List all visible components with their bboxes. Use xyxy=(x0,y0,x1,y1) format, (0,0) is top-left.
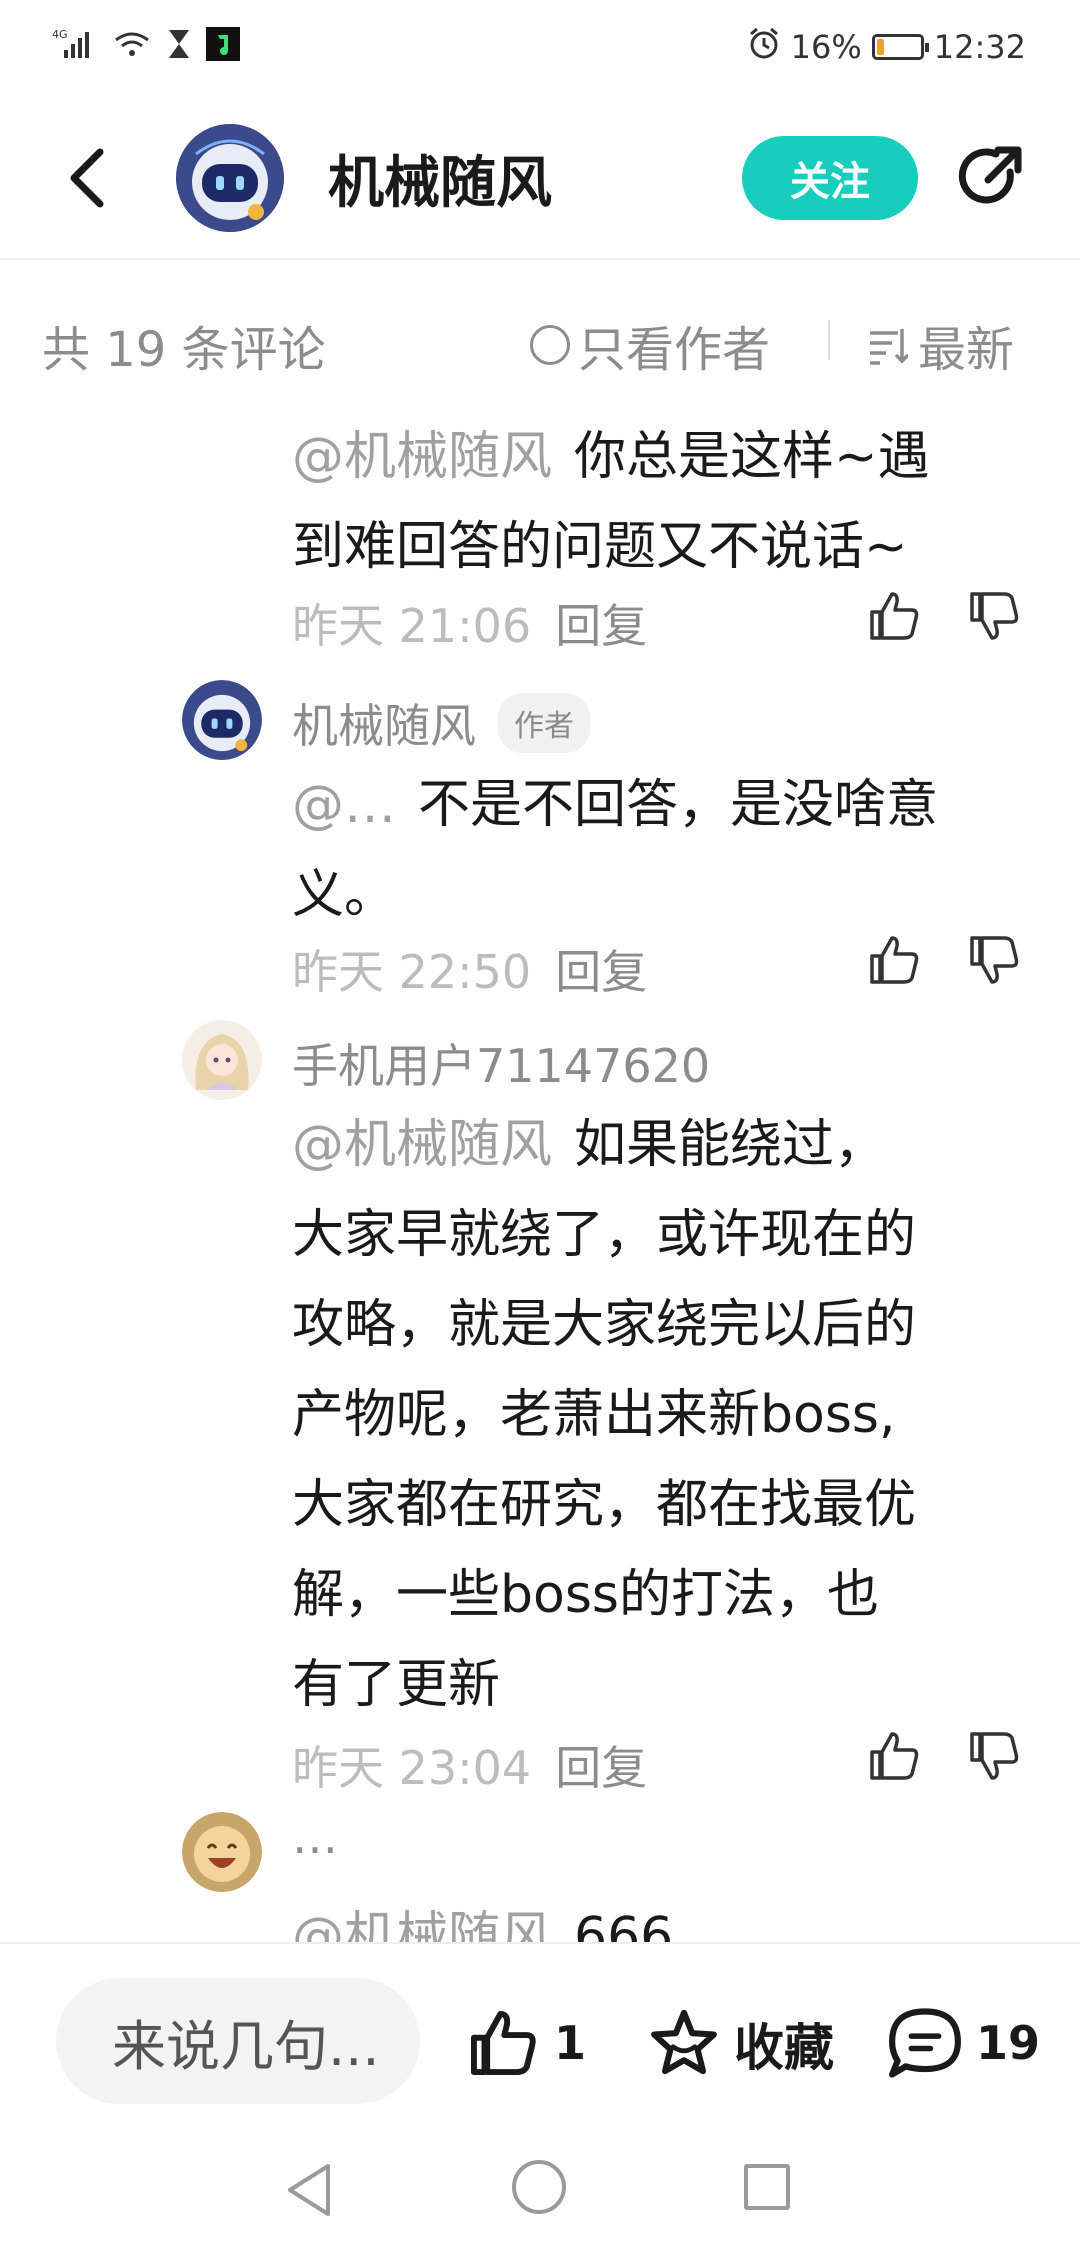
sort-icon xyxy=(870,329,908,365)
app-notification-icon xyxy=(206,27,240,65)
avatar[interactable] xyxy=(182,1020,262,1100)
share-button[interactable] xyxy=(954,142,1026,214)
like-button[interactable] xyxy=(866,588,922,644)
radio-icon xyxy=(530,325,570,365)
avatar[interactable] xyxy=(182,1812,262,1892)
thumbs-up-icon xyxy=(870,936,919,984)
svg-text:4G: 4G xyxy=(52,28,68,41)
comment-text: @机械随风 如果能绕过， 大家早就绕了，或许现在的 攻略，就是大家绕完以后的 产物… xyxy=(292,1115,917,1715)
mention[interactable]: @机械随风 xyxy=(292,427,552,487)
author-name[interactable]: 机械随风 xyxy=(328,138,552,219)
comment-text: @… 不是不回答，是没啥意 义。 xyxy=(292,775,939,925)
triangle-back-icon xyxy=(288,2164,330,2216)
share-icon xyxy=(958,146,1022,204)
username[interactable]: 手机用户71147620 xyxy=(292,1030,710,1096)
comment-meta: 昨天 23:04 回复 xyxy=(292,1732,647,1798)
chevron-left-icon xyxy=(70,148,104,208)
battery-icon xyxy=(871,34,929,60)
anime-girl-avatar-icon xyxy=(182,1020,262,1100)
mention[interactable]: @机械随风 xyxy=(292,1907,552,1942)
battery-percent: 16% xyxy=(790,28,862,66)
like-button[interactable] xyxy=(866,932,922,988)
comment-meta: 昨天 22:50 回复 xyxy=(292,936,647,1002)
nav-back-button[interactable] xyxy=(284,2162,334,2222)
comment-user: 手机用户71147620 xyxy=(292,1030,710,1096)
comment-user: … xyxy=(292,1810,338,1864)
reply-button[interactable]: 回复 xyxy=(555,590,647,656)
author-avatar[interactable] xyxy=(176,124,284,232)
hourglass-icon xyxy=(166,28,192,64)
favorite-label: 收藏 xyxy=(734,2019,834,2077)
like-post-button[interactable]: 1 xyxy=(466,2006,586,2080)
filter-bar: 共 19 条评论 只看作者 最新 xyxy=(0,262,1080,412)
comment-bubble-icon xyxy=(889,2008,961,2078)
mention[interactable]: @机械随风 xyxy=(292,1115,552,1175)
dislike-button[interactable] xyxy=(966,588,1022,644)
dislike-button[interactable] xyxy=(966,932,1022,988)
robot-avatar-icon xyxy=(182,680,262,760)
thumbs-up-icon xyxy=(470,2010,536,2076)
back-button[interactable] xyxy=(60,146,120,210)
clock: 12:32 xyxy=(933,28,1026,66)
comment-text: @机械随风 666 xyxy=(292,1892,1032,1942)
thumbs-up-icon xyxy=(870,1732,919,1780)
dislike-button[interactable] xyxy=(966,1728,1022,1784)
comment-count: 共 19 条评论 xyxy=(42,322,326,378)
sort-button[interactable]: 最新 xyxy=(868,310,1014,380)
reply-button[interactable]: 回复 xyxy=(555,936,647,1002)
wifi-icon xyxy=(112,28,152,64)
comment-count-bottom: 19 xyxy=(976,2016,1041,2070)
comment-meta: 昨天 21:06 回复 xyxy=(292,590,647,656)
like-count: 1 xyxy=(554,2016,587,2070)
thumbs-up-icon xyxy=(870,592,919,640)
system-nav-bar xyxy=(0,2120,1080,2244)
sort-label: 最新 xyxy=(918,322,1015,378)
mention[interactable]: @… xyxy=(292,775,396,835)
bottom-action-bar: 来说几句... 1 收藏 19 xyxy=(0,1942,1080,2104)
status-right: 16% 12:32 xyxy=(747,26,1026,68)
thumbs-down-icon xyxy=(970,1732,1019,1780)
nav-home-button[interactable] xyxy=(512,2160,566,2214)
signal-icon: 4G xyxy=(52,26,98,66)
status-bar: 4G 16% 12:32 xyxy=(0,0,1080,96)
follow-button[interactable]: 关注 xyxy=(742,136,918,220)
status-left: 4G xyxy=(52,26,240,66)
star-icon xyxy=(651,2009,717,2075)
favorite-button[interactable]: 收藏 xyxy=(646,2006,834,2082)
header: 机械随风 关注 xyxy=(0,96,1080,260)
comment-text: @机械随风 你总是这样~遇 到难回答的问题又不说话~ xyxy=(292,427,930,577)
alarm-icon xyxy=(747,26,781,68)
comment-time: 昨天 22:50 xyxy=(292,945,532,999)
comment-time: 昨天 23:04 xyxy=(292,1741,532,1795)
avatar[interactable] xyxy=(182,680,262,760)
author-badge: 作者 xyxy=(498,693,590,753)
reply-button[interactable]: 回复 xyxy=(555,1732,647,1798)
comment-list[interactable]: @机械随风 你总是这样~遇 到难回答的问题又不说话~ 昨天 21:06 回复 机… xyxy=(0,412,1080,1942)
thumbs-down-icon xyxy=(970,936,1019,984)
robot-avatar-icon xyxy=(176,124,284,232)
divider xyxy=(828,320,830,360)
like-button[interactable] xyxy=(866,1728,922,1784)
comment-user: 机械随风 作者 xyxy=(292,690,590,756)
only-author-label: 只看作者 xyxy=(578,322,771,378)
comments-button[interactable]: 19 xyxy=(886,2006,1040,2080)
only-author-toggle[interactable]: 只看作者 xyxy=(530,310,770,380)
comment-time: 昨天 21:06 xyxy=(292,599,532,653)
thumbs-down-icon xyxy=(970,592,1019,640)
username[interactable]: … xyxy=(292,1810,338,1864)
username[interactable]: 机械随风 xyxy=(292,690,476,756)
comment-input[interactable]: 来说几句... xyxy=(56,1978,420,2104)
nav-recents-button[interactable] xyxy=(744,2164,790,2210)
laughing-face-avatar-icon xyxy=(182,1812,262,1892)
